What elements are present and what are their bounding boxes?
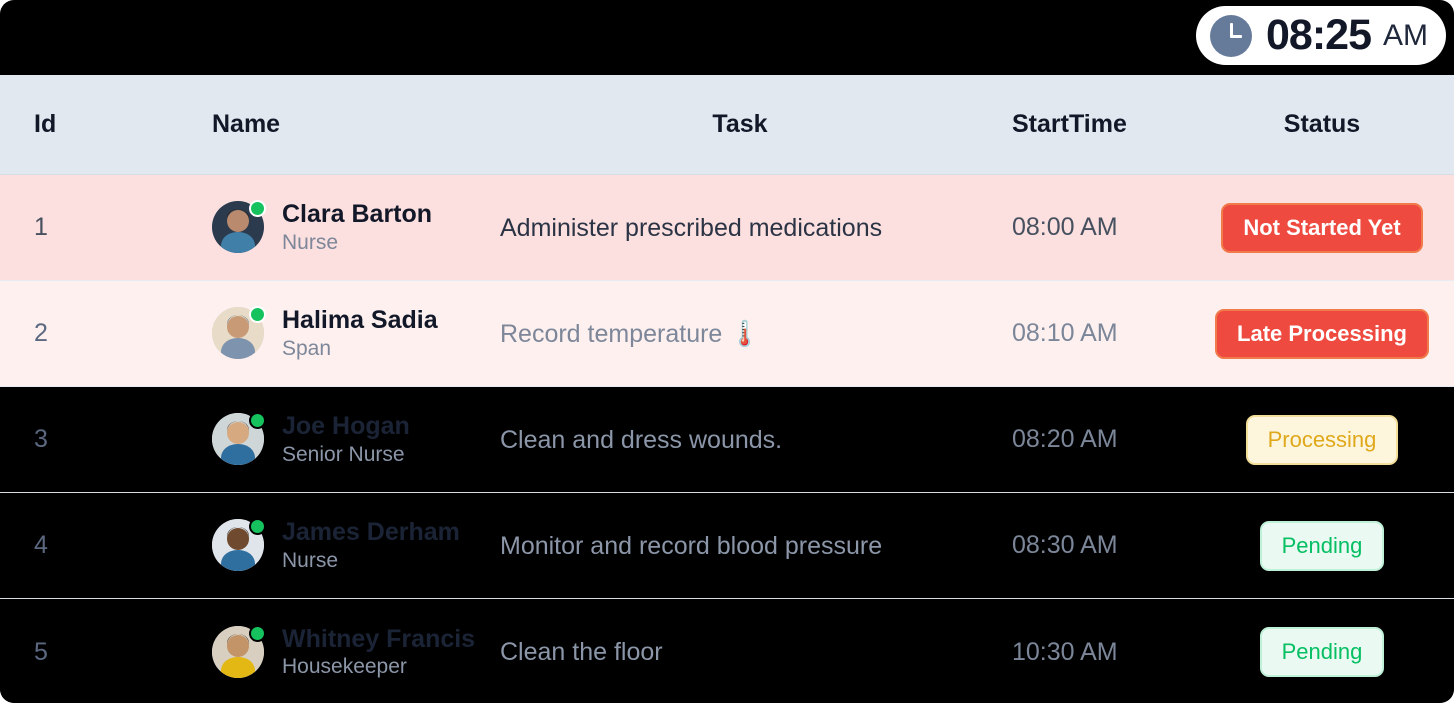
task-table: Id Name Task StartTime Status 1 Clara Ba… <box>0 75 1454 703</box>
clock-ampm: AM <box>1383 18 1428 52</box>
avatar[interactable] <box>212 200 266 254</box>
avatar[interactable] <box>212 306 266 360</box>
person-role: Senior Nurse <box>282 442 405 466</box>
person-role: Housekeeper <box>282 655 407 679</box>
task-text: Clean the floor <box>500 638 663 666</box>
presence-online-icon <box>249 412 266 430</box>
cell-starttime: 08:20 AM <box>990 425 1190 454</box>
cell-starttime: 08:30 AM <box>990 531 1190 560</box>
cell-id: 1 <box>0 213 118 242</box>
table-row[interactable]: 3 Joe Hogan Senior Nurse Clean and dress… <box>0 387 1454 493</box>
cell-id: 3 <box>0 425 118 454</box>
row-id: 1 <box>34 213 48 241</box>
task-text: Administer prescribed medications <box>500 213 883 242</box>
cell-task: Clean and dress wounds. <box>490 425 990 455</box>
name-block: James Derham Nurse <box>282 518 460 573</box>
start-time: 08:30 AM <box>1012 531 1118 559</box>
table-row[interactable]: 1 Clara Barton Nurse Administer prescrib… <box>0 175 1454 281</box>
row-id: 2 <box>34 319 48 347</box>
start-time: 08:10 AM <box>1012 319 1118 347</box>
table-row[interactable]: 5 Whitney Francis Housekeeper Clean the … <box>0 599 1454 703</box>
cell-name: Halima Sadia Span <box>118 306 490 361</box>
name-block: Clara Barton Nurse <box>282 200 432 255</box>
cell-status: Pending <box>1190 627 1454 677</box>
column-header-task[interactable]: Task <box>490 110 990 139</box>
status-badge[interactable]: Not Started Yet <box>1221 202 1423 253</box>
clock-widget: 08:25 AM <box>1196 6 1446 65</box>
person-name: James Derham <box>282 518 460 547</box>
cell-task: Administer prescribed medications <box>490 213 990 243</box>
cell-name: Joe Hogan Senior Nurse <box>118 412 490 467</box>
person-name: Clara Barton <box>282 200 433 229</box>
status-badge[interactable]: Processing <box>1245 414 1399 465</box>
cell-id: 4 <box>0 531 118 560</box>
person-name: Halima Sadia <box>282 306 438 335</box>
presence-online-icon <box>249 200 266 218</box>
table-row[interactable]: 2 Halima Sadia Span Record temperature 🌡… <box>0 281 1454 387</box>
clock-time: 08:25 <box>1266 11 1372 59</box>
start-time: 08:00 AM <box>1012 213 1118 241</box>
column-header-status[interactable]: Status <box>1190 110 1454 139</box>
status-badge[interactable]: Late Processing <box>1215 308 1429 359</box>
column-header-id[interactable]: Id <box>0 110 118 139</box>
table-header-row: Id Name Task StartTime Status <box>0 75 1454 175</box>
presence-online-icon <box>249 624 266 642</box>
person-role: Nurse <box>282 230 339 254</box>
cell-starttime: 08:00 AM <box>990 213 1190 242</box>
status-badge[interactable]: Pending <box>1259 520 1385 571</box>
cell-task: Record temperature 🌡️ <box>490 319 990 349</box>
column-header-starttime[interactable]: StartTime <box>990 110 1190 139</box>
cell-status: Late Processing <box>1190 308 1454 359</box>
presence-online-icon <box>249 306 266 324</box>
cell-name: Whitney Francis Housekeeper <box>118 625 490 680</box>
clock-icon <box>1210 14 1253 57</box>
avatar[interactable] <box>212 518 266 572</box>
cell-status: Pending <box>1190 520 1454 571</box>
task-text: Monitor and record blood pressure <box>500 531 883 560</box>
name-block: Joe Hogan Senior Nurse <box>282 412 410 467</box>
status-badge[interactable]: Pending <box>1259 627 1385 677</box>
cell-id: 5 <box>0 638 118 667</box>
task-schedule-app: 08:25 AM Id Name Task StartTime Status 1 <box>0 0 1454 703</box>
person-role: Nurse <box>282 548 339 572</box>
cell-starttime: 10:30 AM <box>990 638 1190 667</box>
name-block: Halima Sadia Span <box>282 306 438 361</box>
row-id: 3 <box>34 425 48 453</box>
task-text: Record temperature 🌡️ <box>500 319 761 348</box>
top-bar: 08:25 AM <box>0 0 1454 75</box>
cell-name: Clara Barton Nurse <box>118 200 490 255</box>
cell-name: James Derham Nurse <box>118 518 490 573</box>
avatar[interactable] <box>212 624 266 678</box>
person-name: Whitney Francis <box>282 624 476 653</box>
person-name: Joe Hogan <box>282 412 410 441</box>
avatar[interactable] <box>212 412 266 466</box>
cell-id: 2 <box>0 319 118 348</box>
cell-starttime: 08:10 AM <box>990 319 1190 348</box>
start-time: 10:30 AM <box>1012 637 1118 666</box>
presence-online-icon <box>249 518 266 536</box>
row-id: 4 <box>34 531 48 559</box>
cell-task: Clean the floor <box>490 637 990 667</box>
person-role: Span <box>282 336 332 360</box>
row-id: 5 <box>34 637 48 666</box>
table-body: 1 Clara Barton Nurse Administer prescrib… <box>0 175 1454 703</box>
task-text: Clean and dress wounds. <box>500 425 783 454</box>
start-time: 08:20 AM <box>1012 425 1118 453</box>
cell-status: Not Started Yet <box>1190 202 1454 253</box>
table-row[interactable]: 4 James Derham Nurse Monitor and record … <box>0 493 1454 599</box>
column-header-name[interactable]: Name <box>118 110 490 139</box>
cell-task: Monitor and record blood pressure <box>490 531 990 561</box>
cell-status: Processing <box>1190 414 1454 465</box>
name-block: Whitney Francis Housekeeper <box>282 625 475 680</box>
